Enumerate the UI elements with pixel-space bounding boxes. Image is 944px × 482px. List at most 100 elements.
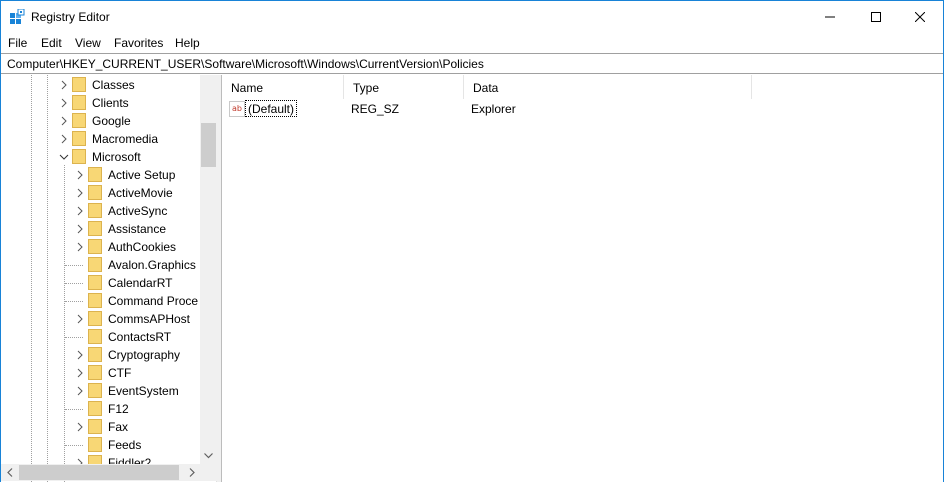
tree-item-avalon-graphics[interactable]: Avalon.Graphics bbox=[1, 256, 200, 274]
menu-favorites[interactable]: Favorites bbox=[114, 36, 163, 50]
tree-item-label: Google bbox=[92, 114, 131, 128]
chevron-right-icon bbox=[189, 468, 195, 477]
chevron-left-icon bbox=[6, 468, 12, 477]
tree-item-contactsrt[interactable]: ContactsRT bbox=[1, 328, 200, 346]
tree-item-command-processor[interactable]: Command Proce bbox=[1, 292, 200, 310]
chevron-down-icon[interactable] bbox=[59, 151, 69, 163]
folder-icon bbox=[72, 77, 86, 92]
tree-item-classes[interactable]: Classes bbox=[1, 76, 200, 94]
tree-item-eventsystem[interactable]: EventSystem bbox=[1, 382, 200, 400]
tree-item-feeds[interactable]: Feeds bbox=[1, 436, 200, 454]
tree-vertical-scrollbar[interactable] bbox=[200, 75, 217, 464]
chevron-right-icon[interactable] bbox=[75, 223, 85, 235]
tree-guide-line bbox=[65, 301, 83, 302]
folder-icon bbox=[88, 257, 102, 272]
string-value-icon: ab bbox=[229, 101, 245, 117]
menu-file[interactable]: File bbox=[8, 36, 27, 50]
tree-item-microsoft[interactable]: Microsoft bbox=[1, 148, 200, 166]
menu-view[interactable]: View bbox=[75, 36, 101, 50]
tree-item-label: Feeds bbox=[108, 438, 142, 452]
folder-icon bbox=[88, 311, 102, 326]
scroll-down-button[interactable] bbox=[200, 447, 217, 464]
minimize-button[interactable] bbox=[807, 1, 853, 33]
tree-item-f12[interactable]: F12 bbox=[1, 400, 200, 418]
title-bar[interactable]: Registry Editor bbox=[1, 1, 943, 33]
tree-item-label: Command Proce bbox=[108, 294, 199, 308]
tree-item-fax[interactable]: Fax bbox=[1, 418, 200, 436]
tree-guide-line bbox=[65, 445, 83, 446]
folder-icon bbox=[88, 401, 102, 416]
chevron-right-icon[interactable] bbox=[75, 385, 85, 397]
tree-item-google[interactable]: Google bbox=[1, 112, 200, 130]
chevron-right-icon[interactable] bbox=[59, 115, 69, 127]
chevron-right-icon[interactable] bbox=[75, 187, 85, 199]
folder-icon bbox=[88, 293, 102, 308]
tree-item-activesync[interactable]: ActiveSync bbox=[1, 202, 200, 220]
tree-item-label: Clients bbox=[92, 96, 129, 110]
value-type: REG_SZ bbox=[351, 102, 400, 116]
tree-item-label: Macromedia bbox=[92, 132, 159, 146]
value-name[interactable]: (Default) bbox=[245, 100, 298, 117]
folder-icon bbox=[88, 203, 102, 218]
tree-item-cryptography[interactable]: Cryptography bbox=[1, 346, 200, 364]
folder-icon bbox=[88, 419, 102, 434]
tree-item-label: ActiveMovie bbox=[108, 186, 173, 200]
folder-icon bbox=[88, 185, 102, 200]
tree-item-active-setup[interactable]: Active Setup bbox=[1, 166, 200, 184]
tree-item-clients[interactable]: Clients bbox=[1, 94, 200, 112]
window-title: Registry Editor bbox=[31, 10, 110, 24]
menu-help[interactable]: Help bbox=[175, 36, 200, 50]
tree-item-authcookies[interactable]: AuthCookies bbox=[1, 238, 200, 256]
values-list[interactable]: Name Type Data ab (Default) REG_SZ Explo… bbox=[221, 75, 943, 482]
chevron-right-icon[interactable] bbox=[75, 421, 85, 433]
scroll-left-button[interactable] bbox=[1, 464, 18, 481]
chevron-right-icon[interactable] bbox=[75, 241, 85, 253]
column-header-type[interactable]: Type bbox=[344, 75, 464, 99]
tree-item-calendarrt[interactable]: CalendarRT bbox=[1, 274, 200, 292]
chevron-right-icon[interactable] bbox=[75, 313, 85, 325]
tree-item-label: Assistance bbox=[108, 222, 167, 236]
chevron-right-icon[interactable] bbox=[75, 169, 85, 181]
tree-item-label: Classes bbox=[92, 78, 135, 92]
chevron-right-icon[interactable] bbox=[59, 79, 69, 91]
tree-item-label: CalendarRT bbox=[108, 276, 173, 290]
tree-item-label: ContactsRT bbox=[108, 330, 172, 344]
maximize-icon bbox=[871, 12, 881, 22]
chevron-right-icon[interactable] bbox=[75, 367, 85, 379]
minimize-icon bbox=[825, 16, 835, 18]
folder-icon bbox=[72, 95, 86, 110]
tree-item-ctf[interactable]: CTF bbox=[1, 364, 200, 382]
tree-item-commsaphost[interactable]: CommsAPHost bbox=[1, 310, 200, 328]
folder-icon bbox=[72, 149, 86, 164]
tree-item-activemovie[interactable]: ActiveMovie bbox=[1, 184, 200, 202]
registry-editor-app-icon bbox=[10, 9, 25, 24]
folder-icon bbox=[88, 437, 102, 452]
menu-edit[interactable]: Edit bbox=[41, 36, 62, 50]
tree-item-label: AuthCookies bbox=[108, 240, 177, 254]
folder-icon bbox=[88, 167, 102, 182]
menu-bar: File Edit View Favorites Help bbox=[1, 33, 943, 53]
folder-icon bbox=[88, 329, 102, 344]
chevron-right-icon[interactable] bbox=[59, 97, 69, 109]
scroll-right-button[interactable] bbox=[183, 464, 200, 481]
tree-guide-line bbox=[65, 409, 83, 410]
chevron-right-icon[interactable] bbox=[75, 205, 85, 217]
scroll-corner bbox=[200, 464, 217, 481]
tree-item-assistance[interactable]: Assistance bbox=[1, 220, 200, 238]
address-path[interactable]: Computer\HKEY_CURRENT_USER\Software\Micr… bbox=[7, 57, 484, 71]
address-bar[interactable]: Computer\HKEY_CURRENT_USER\Software\Micr… bbox=[1, 53, 943, 74]
key-tree[interactable]: Classes Clients Google Macromedia Micros… bbox=[1, 75, 217, 482]
tree-item-label: CTF bbox=[108, 366, 132, 380]
value-row-default[interactable]: ab (Default) REG_SZ Explorer bbox=[222, 100, 944, 118]
tree-vertical-scroll-thumb[interactable] bbox=[201, 123, 216, 167]
column-header-name[interactable]: Name bbox=[222, 75, 344, 99]
tree-horizontal-scroll-thumb[interactable] bbox=[19, 465, 179, 480]
close-button[interactable] bbox=[897, 1, 943, 33]
chevron-right-icon[interactable] bbox=[59, 133, 69, 145]
chevron-right-icon[interactable] bbox=[75, 349, 85, 361]
column-header-data[interactable]: Data bbox=[464, 75, 752, 99]
tree-horizontal-scrollbar[interactable] bbox=[1, 464, 200, 481]
folder-icon bbox=[88, 221, 102, 236]
tree-item-macromedia[interactable]: Macromedia bbox=[1, 130, 200, 148]
maximize-button[interactable] bbox=[853, 1, 899, 33]
